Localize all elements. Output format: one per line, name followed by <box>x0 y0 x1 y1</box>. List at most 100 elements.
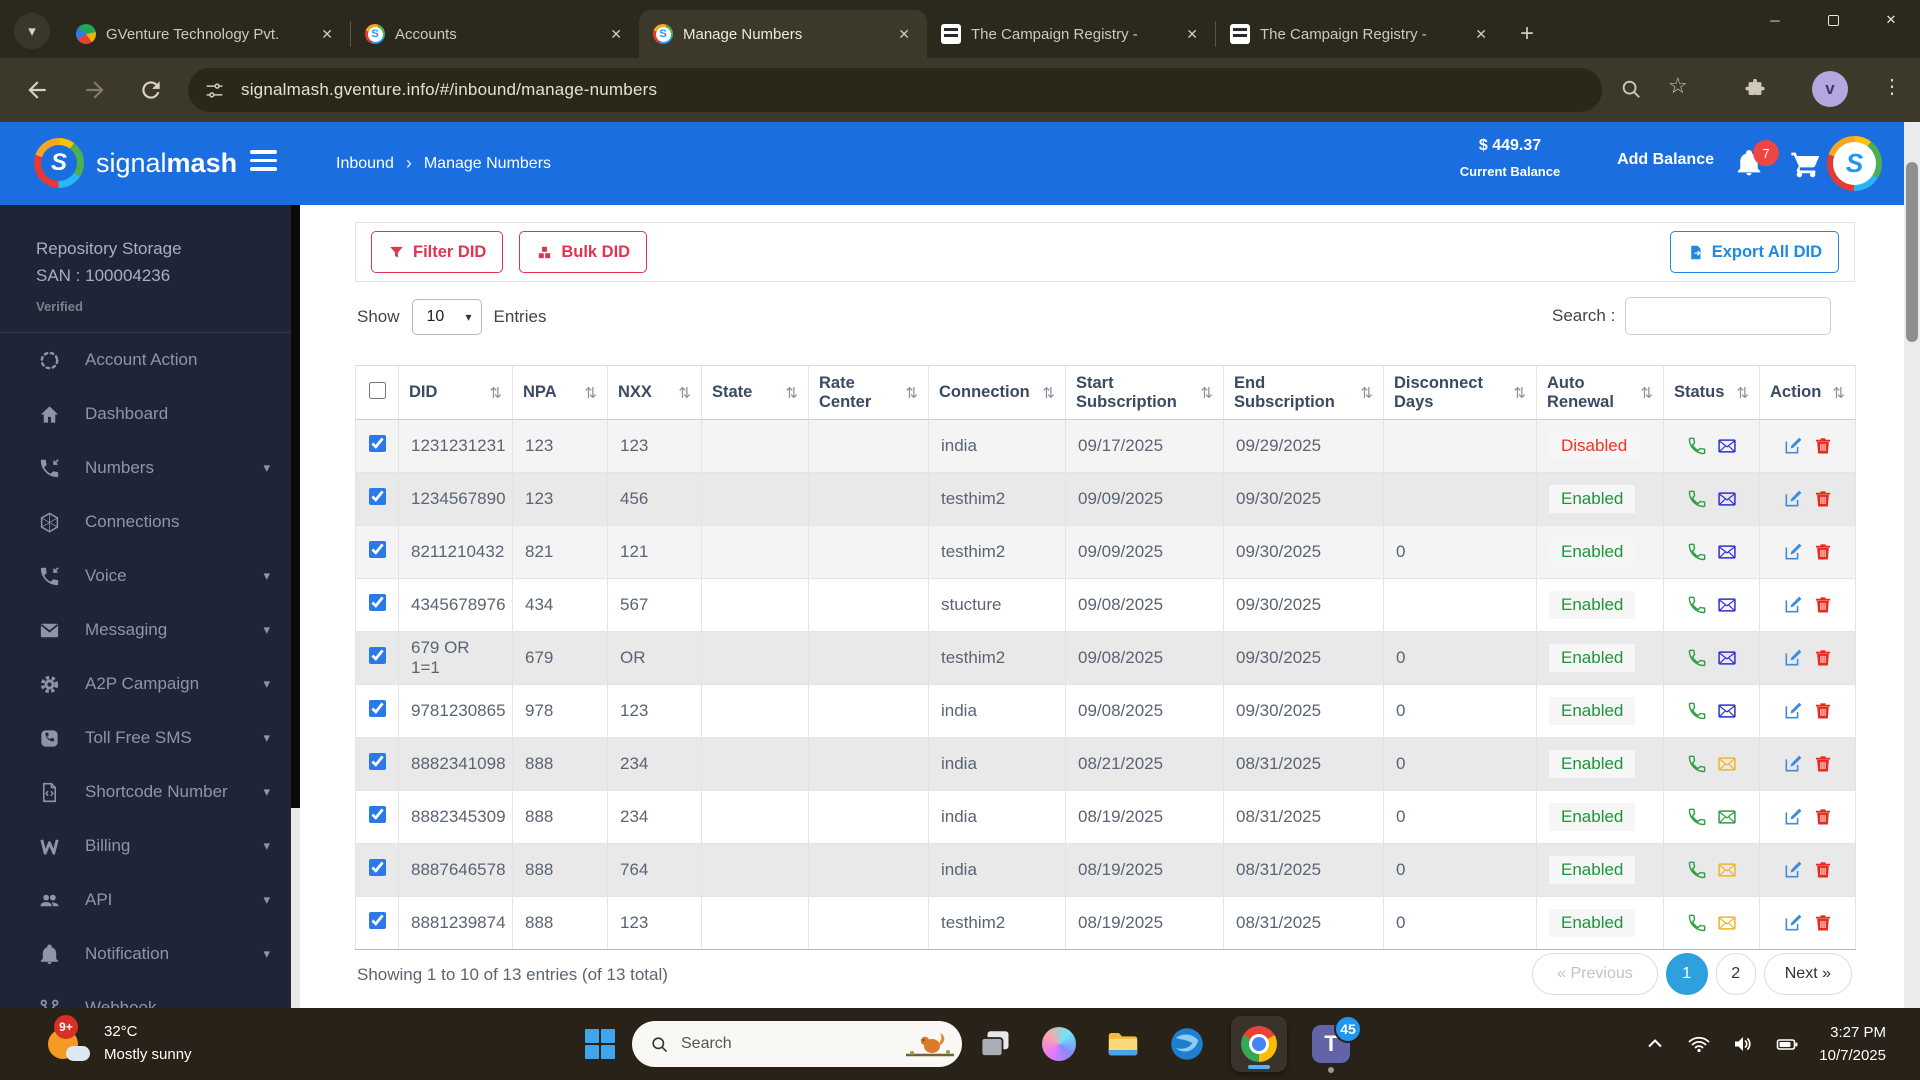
column-header-start-subscription[interactable]: Start Subscription ⇅ <box>1065 365 1224 420</box>
volume-icon[interactable] <box>1731 1032 1755 1056</box>
back-icon[interactable] <box>24 77 50 103</box>
browser-tab-4[interactable]: The Campaign Registry - ✕ <box>927 10 1215 58</box>
row-checkbox[interactable] <box>368 700 386 717</box>
trash-icon[interactable] <box>1813 436 1833 456</box>
cart-icon[interactable] <box>1790 148 1822 180</box>
row-checkbox[interactable] <box>368 541 386 558</box>
envelope-icon[interactable] <box>1717 701 1737 721</box>
tab-close-icon[interactable]: ✕ <box>316 24 338 45</box>
sidebar-scrollbar-thumb[interactable] <box>291 205 300 808</box>
page-size-select[interactable]: 10 ▾ <box>411 299 482 335</box>
sidebar-item-account-action[interactable]: Account Action <box>0 333 300 387</box>
minimize-button[interactable]: ─ <box>1746 0 1804 40</box>
select-all-header[interactable] <box>355 365 399 420</box>
sidebar-item-toll-free-sms[interactable]: Toll Free SMS ▾ <box>0 711 300 765</box>
edit-icon[interactable] <box>1783 489 1803 509</box>
site-settings-icon[interactable] <box>204 80 225 101</box>
phone-icon[interactable] <box>1687 436 1707 456</box>
envelope-icon[interactable] <box>1717 807 1737 827</box>
new-tab-button[interactable]: + <box>1512 20 1542 48</box>
search-page-icon[interactable] <box>1620 78 1642 100</box>
edit-icon[interactable] <box>1783 701 1803 721</box>
next-page-button[interactable]: Next » <box>1763 953 1852 995</box>
trash-icon[interactable] <box>1813 807 1833 827</box>
tab-close-icon[interactable]: ✕ <box>893 24 915 45</box>
tab-close-icon[interactable]: ✕ <box>1181 24 1203 45</box>
teams-button[interactable]: T 45 <box>1311 1015 1362 1073</box>
sidebar-item-shortcode-number[interactable]: Shortcode Number ▾ <box>0 765 300 819</box>
column-header-state[interactable]: State ⇅ <box>701 365 809 420</box>
wifi-icon[interactable] <box>1687 1032 1711 1056</box>
select-all-checkbox[interactable] <box>368 381 386 399</box>
column-header-connection[interactable]: Connection ⇅ <box>928 365 1066 420</box>
envelope-icon[interactable] <box>1717 436 1737 456</box>
envelope-icon[interactable] <box>1717 648 1737 668</box>
row-checkbox[interactable] <box>368 859 386 876</box>
tab-close-icon[interactable]: ✕ <box>605 24 627 45</box>
column-header-did[interactable]: DID ⇅ <box>398 365 513 420</box>
sidebar-item-notification[interactable]: Notification ▾ <box>0 927 300 981</box>
page-button-1[interactable]: 1 <box>1665 953 1708 995</box>
column-header-disconnect-days[interactable]: Disconnect Days ⇅ <box>1383 365 1537 420</box>
sidebar-item-messaging[interactable]: Messaging ▾ <box>0 603 300 657</box>
column-header-rate-center[interactable]: Rate Center ⇅ <box>808 365 929 420</box>
trash-icon[interactable] <box>1813 701 1833 721</box>
file-explorer-button[interactable] <box>1103 1024 1143 1064</box>
row-checkbox[interactable] <box>368 753 386 770</box>
tray-chevron-up-icon[interactable] <box>1643 1032 1667 1056</box>
maximize-button[interactable] <box>1804 0 1862 40</box>
browser-menu-icon[interactable]: ⋮ <box>1882 74 1902 99</box>
phone-icon[interactable] <box>1687 595 1707 615</box>
column-header-action[interactable]: Action ⇅ <box>1759 365 1856 420</box>
profile-avatar[interactable]: v <box>1812 71 1848 107</box>
envelope-icon[interactable] <box>1717 860 1737 880</box>
trash-icon[interactable] <box>1813 754 1833 774</box>
row-checkbox[interactable] <box>368 912 386 929</box>
chrome-button[interactable] <box>1231 1016 1287 1072</box>
tab-search-button[interactable]: ▾ <box>14 13 50 49</box>
bookmark-star-icon[interactable]: ☆ <box>1668 73 1688 99</box>
taskbar-search[interactable]: Search <box>632 1021 962 1067</box>
column-header-nxx[interactable]: NXX ⇅ <box>607 365 702 420</box>
phone-icon[interactable] <box>1687 754 1707 774</box>
sidebar-item-voice[interactable]: Voice ▾ <box>0 549 300 603</box>
envelope-icon[interactable] <box>1717 489 1737 509</box>
phone-icon[interactable] <box>1687 807 1707 827</box>
copilot-button[interactable] <box>1039 1024 1079 1064</box>
sidebar-item-api[interactable]: API ▾ <box>0 873 300 927</box>
envelope-icon[interactable] <box>1717 542 1737 562</box>
url-bar[interactable]: signalmash.gventure.info/#/inbound/manag… <box>188 68 1602 112</box>
battery-icon[interactable] <box>1775 1032 1799 1056</box>
edit-icon[interactable] <box>1783 754 1803 774</box>
account-logo[interactable]: S <box>1827 136 1882 191</box>
clock[interactable]: 3:27 PM 10/7/2025 <box>1819 1021 1886 1067</box>
column-header-auto-renewal[interactable]: Auto Renewal ⇅ <box>1536 365 1664 420</box>
start-button[interactable] <box>585 1029 615 1059</box>
edit-icon[interactable] <box>1783 542 1803 562</box>
weather-widget[interactable]: 9+ 32°C Mostly sunny <box>46 1015 192 1066</box>
sidebar-item-dashboard[interactable]: Dashboard <box>0 387 300 441</box>
trash-icon[interactable] <box>1813 648 1833 668</box>
column-header-status[interactable]: Status ⇅ <box>1663 365 1760 420</box>
row-checkbox[interactable] <box>368 806 386 823</box>
breadcrumb-inbound[interactable]: Inbound <box>336 155 394 173</box>
sidebar-item-billing[interactable]: Billing ▾ <box>0 819 300 873</box>
phone-icon[interactable] <box>1687 701 1707 721</box>
sidebar-item-webhook[interactable]: Webhook <box>0 981 300 1008</box>
bulk-did-button[interactable]: Bulk DID <box>519 231 648 273</box>
envelope-icon[interactable] <box>1717 595 1737 615</box>
trash-icon[interactable] <box>1813 595 1833 615</box>
edit-icon[interactable] <box>1783 860 1803 880</box>
page-button-2[interactable]: 2 <box>1715 953 1756 995</box>
page-scrollbar-track[interactable] <box>1904 122 1920 1008</box>
signalmash-logo[interactable]: S signalmash <box>34 138 237 188</box>
column-header-npa[interactable]: NPA ⇅ <box>512 365 608 420</box>
previous-page-button[interactable]: « Previous <box>1532 953 1658 995</box>
edit-icon[interactable] <box>1783 648 1803 668</box>
sidebar-item-connections[interactable]: Connections <box>0 495 300 549</box>
trash-icon[interactable] <box>1813 913 1833 933</box>
phone-icon[interactable] <box>1687 860 1707 880</box>
row-checkbox[interactable] <box>368 647 386 664</box>
phone-icon[interactable] <box>1687 648 1707 668</box>
add-balance-button[interactable]: Add Balance <box>1617 151 1714 169</box>
